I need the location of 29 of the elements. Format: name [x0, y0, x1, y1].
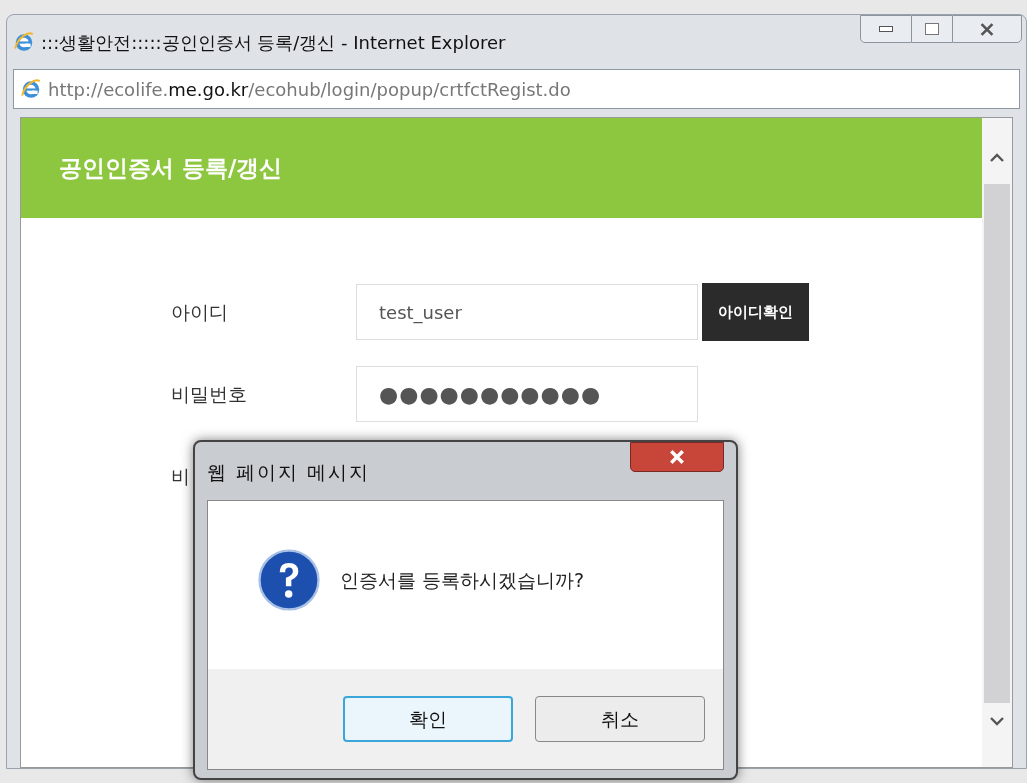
dialog-title: 웹 페이지 메시지 — [207, 460, 371, 485]
scrollbar[interactable] — [982, 118, 1012, 767]
close-icon — [669, 450, 685, 464]
scroll-down-icon — [989, 717, 1005, 727]
maximize-button[interactable] — [912, 15, 952, 43]
scrollbar-thumb[interactable] — [984, 184, 1010, 703]
field-label: 비밀번호 — [171, 381, 248, 407]
field-label: 아이디 — [171, 299, 229, 325]
dialog-button[interactable]: 확인 — [343, 696, 513, 742]
page-icon — [20, 78, 42, 100]
address-bar[interactable]: http://ecolife.me.go.kr/ecohub/login/popup/crtfctRegist.do — [13, 69, 1020, 109]
id-check-button[interactable]: 아이디확인 — [702, 283, 809, 341]
question-icon — [258, 549, 320, 611]
window-title: :::생활안전:::::공인인증서 등록/갱신 - Internet Explorer — [41, 30, 506, 55]
dialog-button[interactable]: 취소 — [535, 696, 705, 742]
dialog-message: 인증서를 등록하시겠습니까? — [340, 567, 585, 593]
maximize-icon — [925, 23, 939, 35]
url-text: http://ecolife.me.go.kr/ecohub/login/popup/crtfctRegist.do — [48, 77, 571, 102]
input-field[interactable]: test_user — [356, 284, 698, 340]
browser-logo-icon — [13, 31, 35, 53]
minimize-button[interactable] — [860, 15, 912, 43]
close-button[interactable] — [630, 442, 724, 472]
scroll-up-icon — [989, 152, 1005, 162]
field-label: 비 — [171, 463, 190, 489]
password-field[interactable]: ●●●●●●●●●●● — [356, 366, 698, 422]
minimize-icon — [879, 26, 893, 32]
close-icon — [979, 22, 995, 36]
close-button[interactable] — [952, 15, 1022, 43]
page-heading: 공인인증서 등록/갱신 — [59, 153, 283, 183]
